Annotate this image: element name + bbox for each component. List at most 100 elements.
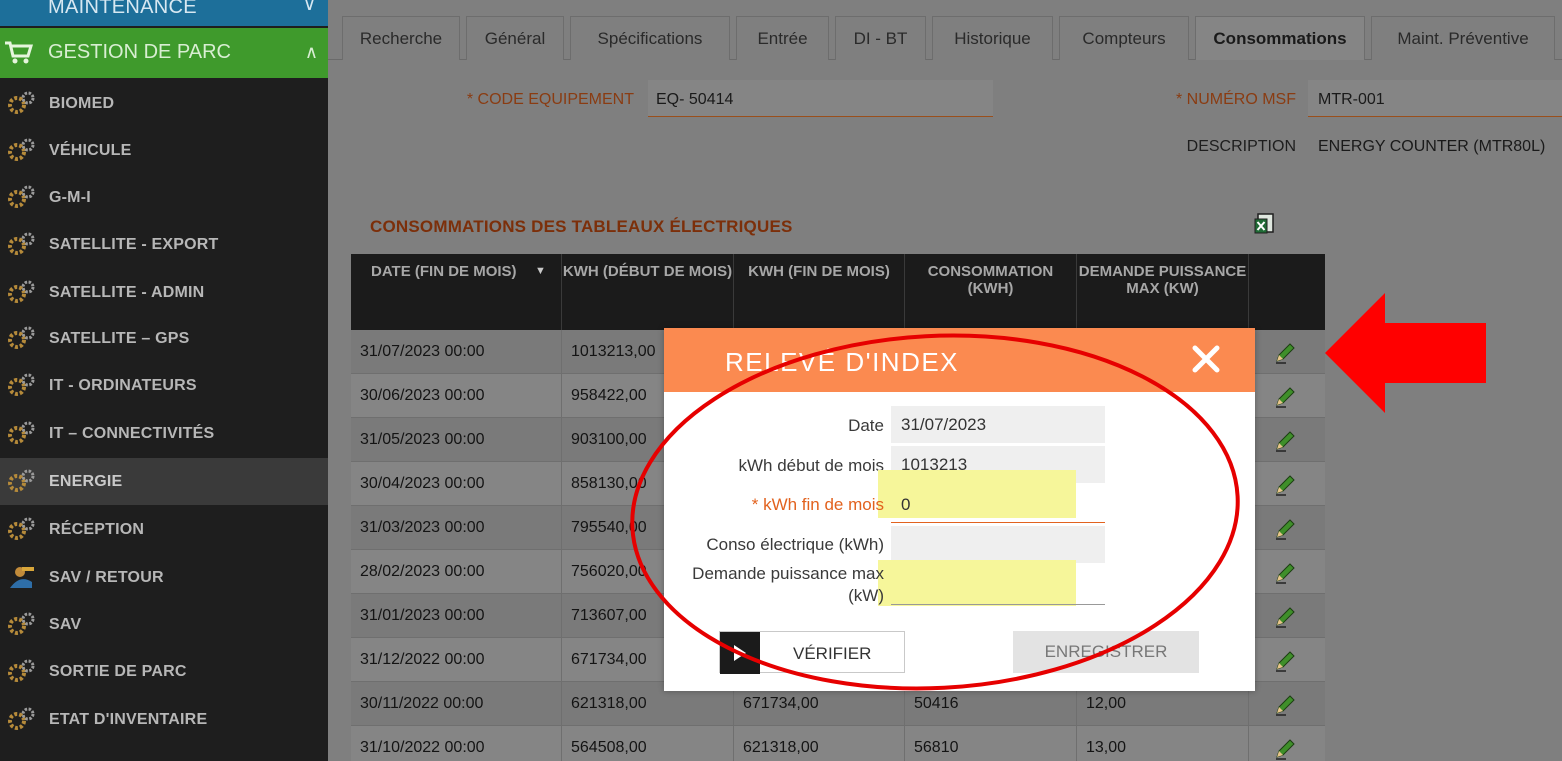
sidebar-item-label: VÉHICULE — [49, 142, 132, 159]
tab-historique[interactable]: Historique — [932, 16, 1053, 60]
sidebar-item-energie[interactable]: ENERGIE — [0, 458, 328, 505]
sidebar-item-label: SAV — [49, 616, 82, 633]
cell-date: 31/07/2023 00:00 — [351, 330, 562, 374]
edit-pencil-icon[interactable] — [1274, 386, 1296, 408]
edit-pencil-icon[interactable] — [1274, 694, 1296, 716]
edit-pencil-icon[interactable] — [1274, 518, 1296, 540]
gears-icon — [8, 469, 35, 492]
edit-pencil-icon[interactable] — [1274, 342, 1296, 364]
sidebar-item-it-ordinateurs[interactable]: IT - ORDINATEURS — [0, 362, 328, 409]
tab-di-bt[interactable]: DI - BT — [835, 16, 926, 60]
excel-export-icon[interactable] — [1254, 213, 1274, 235]
sidebar-item-label: SATELLITE - EXPORT — [49, 236, 219, 253]
date-label: Date — [848, 416, 884, 435]
numero-msf-label: * NUMÉRO MSF — [1176, 91, 1296, 108]
cell-date: 31/03/2023 00:00 — [351, 506, 562, 550]
gears-icon — [8, 707, 35, 730]
cell-date: 30/11/2022 00:00 — [351, 682, 562, 726]
edit-pencil-icon[interactable] — [1274, 474, 1296, 496]
gears-icon — [8, 280, 35, 303]
gears-icon — [8, 517, 35, 540]
sidebar-item-satellite-export[interactable]: SATELLITE - EXPORT — [0, 221, 328, 268]
column-header-consommation[interactable]: CONSOMMATION (KWH) — [905, 254, 1077, 330]
sidebar-item-it-connectivites[interactable]: IT – CONNECTIVITÉS — [0, 410, 328, 457]
sidebar-item-sortie-de-parc[interactable]: SORTIE DE PARC — [0, 648, 328, 695]
chevron-up-icon: ∧ — [304, 42, 318, 62]
sidebar-item-label: SORTIE DE PARC — [49, 663, 187, 680]
tab-general[interactable]: Général — [466, 16, 564, 60]
cell-date: 28/02/2023 00:00 — [351, 550, 562, 594]
sidebar-item-sav[interactable]: SAV — [0, 601, 328, 648]
cell-kwh-debut: 564508,00 — [562, 726, 734, 761]
table-header: DATE (FIN DE MOIS) ▼ KWH (DÉBUT DE MOIS)… — [351, 254, 1325, 330]
column-header-kwh-debut[interactable]: KWH (DÉBUT DE MOIS) — [562, 254, 734, 330]
sidebar-item-etat-inventaire[interactable]: ETAT D'INVENTAIRE — [0, 696, 328, 743]
sidebar: MAINTENANCE ∨ GESTION DE PARC ∧ BIOMED V… — [0, 0, 328, 761]
column-header-date[interactable]: DATE (FIN DE MOIS) ▼ — [351, 254, 562, 330]
gears-icon — [8, 659, 35, 682]
tab-entree[interactable]: Entrée — [736, 16, 829, 60]
sidebar-section-gestion-de-parc[interactable]: GESTION DE PARC ∧ — [0, 28, 328, 78]
sidebar-item-label: G-M-I — [49, 189, 91, 206]
code-equipement-value: EQ- 50414 — [656, 91, 734, 108]
sidebar-section-maintenance-label: MAINTENANCE — [48, 0, 197, 18]
sidebar-section-maintenance[interactable]: MAINTENANCE ∨ — [0, 0, 328, 26]
cell-date: 31/01/2023 00:00 — [351, 594, 562, 638]
gears-icon — [8, 138, 35, 161]
puissance-max-input[interactable] — [891, 568, 1105, 605]
close-icon[interactable] — [1189, 342, 1223, 376]
description-value: ENERGY COUNTER (MTR80L) — [1318, 138, 1546, 155]
tab-consommations[interactable]: Consommations — [1195, 16, 1365, 60]
column-header-label: DATE (FIN DE MOIS) — [371, 263, 517, 280]
edit-pencil-icon[interactable] — [1274, 650, 1296, 672]
sidebar-item-sav-retour[interactable]: SAV / RETOUR — [0, 554, 328, 601]
sidebar-item-satellite-admin[interactable]: SATELLITE - ADMIN — [0, 269, 328, 316]
play-icon — [720, 632, 760, 674]
sidebar-item-gmi[interactable]: G-M-I — [0, 174, 328, 221]
verify-button[interactable]: VÉRIFIER — [719, 631, 905, 674]
table-row[interactable]: 31/10/2022 00:00 564508,00 621318,00 568… — [351, 726, 1325, 761]
sidebar-item-reception[interactable]: RÉCEPTION — [0, 506, 328, 553]
cell-date: 30/06/2023 00:00 — [351, 374, 562, 418]
sidebar-section-gestion-label: GESTION DE PARC — [48, 41, 231, 63]
date-field[interactable]: 31/07/2023 — [891, 406, 1105, 443]
sidebar-item-label: ETAT D'INVENTAIRE — [49, 711, 208, 728]
sidebar-item-label: SATELLITE - ADMIN — [49, 284, 205, 301]
kwh-fin-input[interactable]: 0 — [891, 486, 1105, 523]
cell-consommation: 56810 — [905, 726, 1077, 761]
edit-pencil-icon[interactable] — [1274, 562, 1296, 584]
save-button[interactable]: ENREGISTRER — [1013, 631, 1199, 673]
sidebar-item-label: RÉCEPTION — [49, 521, 145, 538]
worker-icon — [10, 567, 34, 588]
conso-electrique-label: Conso électrique (kWh) — [706, 535, 884, 554]
puissance-max-label: Demande puissance max — [692, 564, 884, 583]
cell-date: 31/12/2022 00:00 — [351, 638, 562, 682]
kwh-debut-label: kWh début de mois — [738, 456, 884, 475]
column-header-kwh-fin[interactable]: KWH (FIN DE MOIS) — [734, 254, 905, 330]
code-equipement-label: * CODE EQUIPEMENT — [466, 91, 634, 108]
edit-pencil-icon[interactable] — [1274, 738, 1296, 760]
gears-icon — [8, 421, 35, 444]
sort-desc-icon[interactable]: ▼ — [535, 263, 546, 280]
gears-icon — [8, 185, 35, 208]
tab-recherche[interactable]: Recherche — [342, 16, 460, 60]
cell-date: 30/04/2023 00:00 — [351, 462, 562, 506]
column-header-puissance-max[interactable]: DEMANDE PUISSANCE MAX (KW) — [1077, 254, 1249, 330]
conso-electrique-field[interactable] — [891, 526, 1105, 563]
kwh-fin-label: * kWh fin de mois — [751, 495, 884, 514]
tab-specifications[interactable]: Spécifications — [570, 16, 730, 60]
gears-icon — [8, 612, 35, 635]
edit-pencil-icon[interactable] — [1274, 430, 1296, 452]
dialog-title: RELEVÉ D'INDEX — [725, 347, 960, 377]
description-label: DESCRIPTION — [1186, 138, 1296, 155]
edit-pencil-icon[interactable] — [1274, 606, 1296, 628]
sidebar-item-vehicule[interactable]: VÉHICULE — [0, 127, 328, 174]
sidebar-item-label: BIOMED — [49, 95, 115, 112]
sidebar-item-satellite-gps[interactable]: SATELLITE – GPS — [0, 315, 328, 362]
gears-icon — [8, 232, 35, 255]
tab-maint-preventive[interactable]: Maint. Préventive — [1371, 16, 1555, 60]
tab-compteurs[interactable]: Compteurs — [1059, 16, 1189, 60]
section-title: CONSOMMATIONS DES TABLEAUX ÉLECTRIQUES — [370, 217, 793, 236]
sidebar-item-biomed[interactable]: BIOMED — [0, 80, 328, 127]
numero-msf-value: MTR-001 — [1318, 91, 1385, 108]
